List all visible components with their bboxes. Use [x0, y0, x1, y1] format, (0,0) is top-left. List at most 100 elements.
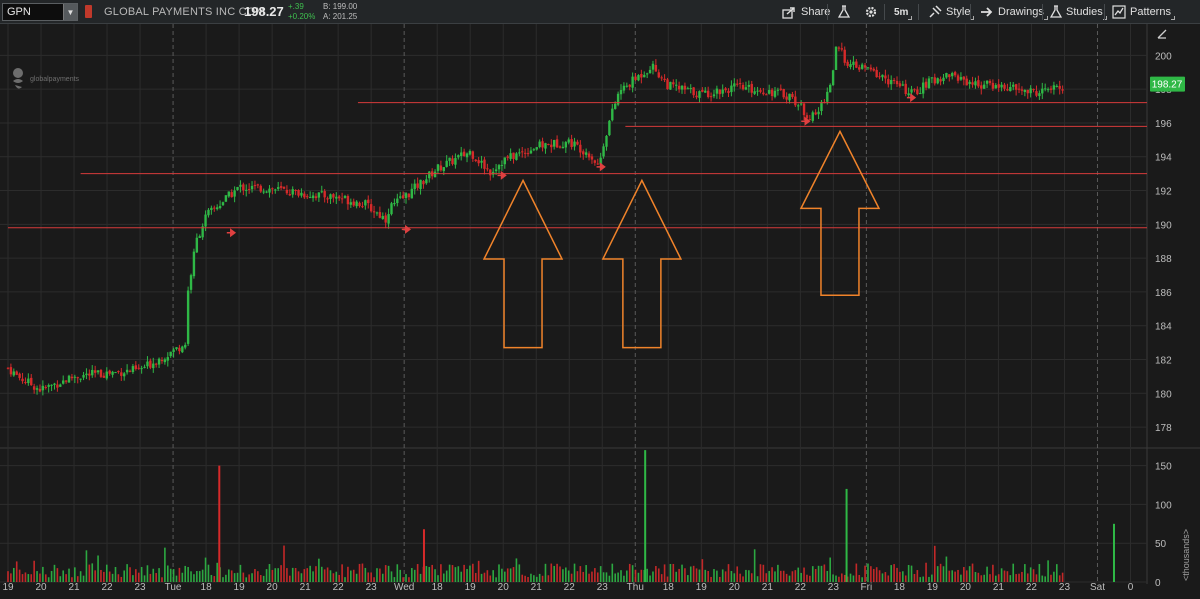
- candle[interactable]: [372, 211, 376, 213]
- candle[interactable]: [564, 142, 568, 148]
- candle[interactable]: [457, 155, 460, 158]
- flag-icon[interactable]: [85, 5, 92, 18]
- candle[interactable]: [311, 195, 315, 199]
- candle[interactable]: [239, 184, 242, 187]
- candle[interactable]: [619, 90, 623, 95]
- candle[interactable]: [968, 81, 971, 85]
- candle[interactable]: [233, 190, 236, 197]
- candle[interactable]: [99, 369, 103, 377]
- candle[interactable]: [236, 186, 239, 190]
- candle[interactable]: [64, 380, 68, 382]
- candle[interactable]: [120, 372, 123, 376]
- candle[interactable]: [669, 81, 672, 90]
- candle[interactable]: [965, 78, 968, 86]
- candle[interactable]: [108, 370, 111, 374]
- candle[interactable]: [596, 163, 599, 165]
- candle[interactable]: [753, 91, 756, 94]
- candle[interactable]: [858, 67, 861, 70]
- candle[interactable]: [919, 92, 922, 94]
- candle[interactable]: [326, 198, 329, 200]
- candle[interactable]: [338, 196, 341, 199]
- candle[interactable]: [88, 373, 91, 376]
- candle[interactable]: [123, 373, 126, 377]
- candle[interactable]: [1041, 88, 1044, 94]
- candle[interactable]: [448, 157, 451, 161]
- candle[interactable]: [552, 139, 556, 147]
- candle[interactable]: [837, 47, 841, 49]
- candle[interactable]: [358, 202, 361, 207]
- candle[interactable]: [451, 158, 454, 165]
- candle[interactable]: [1043, 88, 1047, 90]
- candle[interactable]: [433, 171, 437, 178]
- candle[interactable]: [1055, 85, 1059, 87]
- candle[interactable]: [942, 77, 945, 81]
- candle[interactable]: [85, 373, 88, 376]
- candle[interactable]: [154, 363, 158, 365]
- candle[interactable]: [105, 371, 108, 379]
- studies-button[interactable]: Studies: [1046, 3, 1107, 21]
- candle[interactable]: [666, 79, 669, 90]
- candle[interactable]: [282, 186, 286, 189]
- candle[interactable]: [340, 198, 344, 200]
- candle[interactable]: [611, 108, 614, 121]
- candle[interactable]: [980, 85, 983, 89]
- candle[interactable]: [242, 184, 245, 191]
- candle[interactable]: [637, 75, 640, 81]
- candle[interactable]: [547, 143, 550, 145]
- candle[interactable]: [259, 185, 262, 192]
- candle[interactable]: [1020, 89, 1024, 91]
- candle[interactable]: [288, 194, 292, 196]
- candle[interactable]: [181, 346, 184, 353]
- candle[interactable]: [828, 84, 832, 93]
- candle[interactable]: [988, 80, 992, 84]
- candle[interactable]: [47, 385, 50, 387]
- candle[interactable]: [773, 90, 777, 97]
- candle[interactable]: [407, 193, 411, 198]
- candle[interactable]: [50, 384, 53, 386]
- candle[interactable]: [367, 199, 370, 204]
- candle[interactable]: [134, 365, 138, 369]
- candle[interactable]: [390, 203, 393, 215]
- candle[interactable]: [895, 80, 899, 85]
- candle[interactable]: [221, 202, 225, 206]
- candle[interactable]: [157, 358, 161, 365]
- candle[interactable]: [410, 188, 414, 199]
- drawings-button[interactable]: Drawings: [976, 3, 1048, 21]
- candle[interactable]: [271, 188, 274, 190]
- candle[interactable]: [67, 375, 71, 383]
- candle[interactable]: [1017, 88, 1021, 90]
- candle[interactable]: [718, 89, 721, 95]
- candle[interactable]: [425, 179, 428, 184]
- candle[interactable]: [782, 89, 785, 98]
- candle[interactable]: [285, 189, 289, 194]
- candle[interactable]: [1029, 88, 1032, 94]
- candle[interactable]: [399, 196, 402, 198]
- candle[interactable]: [701, 89, 704, 92]
- candle[interactable]: [904, 83, 907, 94]
- candle[interactable]: [460, 152, 463, 156]
- candle[interactable]: [1038, 93, 1041, 97]
- candle[interactable]: [160, 360, 164, 362]
- candle[interactable]: [570, 139, 573, 147]
- candle[interactable]: [364, 200, 367, 206]
- candle[interactable]: [146, 361, 149, 367]
- candle[interactable]: [349, 202, 353, 205]
- candle[interactable]: [454, 158, 457, 165]
- candle[interactable]: [573, 141, 576, 147]
- candle[interactable]: [24, 382, 27, 384]
- candle[interactable]: [1026, 89, 1029, 94]
- candle[interactable]: [869, 67, 873, 70]
- candle[interactable]: [494, 169, 498, 172]
- candle[interactable]: [184, 344, 187, 348]
- candle[interactable]: [189, 275, 193, 290]
- candle[interactable]: [590, 156, 594, 160]
- candle[interactable]: [951, 73, 954, 77]
- candle[interactable]: [70, 376, 74, 379]
- candle[interactable]: [971, 82, 974, 85]
- flask-button[interactable]: [834, 3, 854, 21]
- candle[interactable]: [939, 79, 942, 82]
- candle[interactable]: [276, 187, 280, 189]
- candle[interactable]: [468, 150, 472, 155]
- candle[interactable]: [593, 160, 597, 163]
- candle[interactable]: [428, 171, 431, 179]
